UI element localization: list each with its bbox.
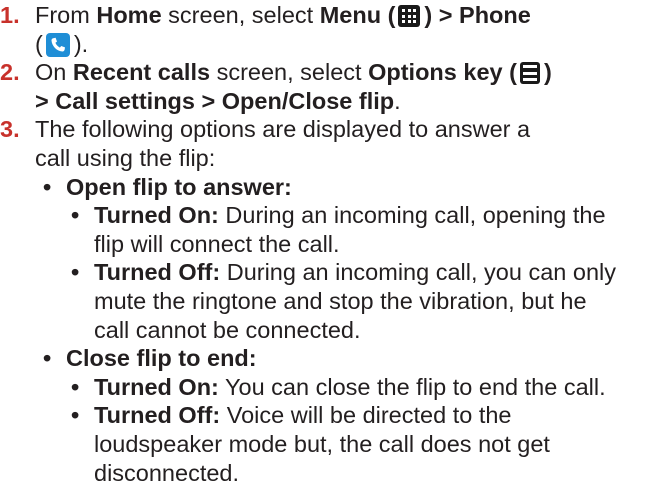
- settings-path: > Call settings > Open/Close flip: [35, 87, 395, 114]
- step-1: 1. From Home screen, select Menu ( ) > Ph…: [0, 1, 659, 58]
- options-key-label: Options key (: [368, 59, 517, 86]
- option-open-flip: • Open flip to answer:: [0, 173, 659, 202]
- step-text: On: [35, 59, 73, 86]
- phone-handset-icon: [45, 32, 70, 57]
- bullet: •: [71, 373, 80, 400]
- recent-calls-label: Recent calls: [72, 59, 211, 86]
- sub-option-label: Turned Off:: [94, 259, 221, 286]
- paren-close: ): [543, 59, 552, 86]
- sub-option-text: During an incoming call, you can only: [220, 259, 616, 286]
- step-text: call using the flip:: [35, 144, 216, 171]
- sub-option: • Turned On: You can close the flip to e…: [0, 373, 659, 402]
- step-text: screen, select: [161, 2, 320, 28]
- sub-option-text: During an incoming call, opening the: [218, 202, 606, 229]
- step-2: 2. On Recent calls screen, select Option…: [0, 58, 659, 115]
- option-title: Close flip to end:: [66, 345, 257, 372]
- paren-open: (: [35, 30, 43, 57]
- sub-option: • Turned Off: During an incoming call, y…: [0, 258, 659, 344]
- home-label: Home: [96, 2, 162, 28]
- sub-option-label: Turned On:: [94, 202, 219, 229]
- menu-grid-icon: [398, 5, 421, 27]
- instruction-document: 1. From Home screen, select Menu ( ) > Ph…: [0, 0, 659, 487]
- menu-label: Menu (: [319, 2, 396, 28]
- period: .: [394, 87, 401, 114]
- bullet: •: [43, 173, 52, 200]
- sub-option-text: Voice will be directed to the: [220, 402, 512, 429]
- step-number: 2.: [0, 59, 20, 86]
- sub-option-label: Turned On:: [94, 373, 219, 400]
- bullet: •: [43, 345, 52, 372]
- step-3: 3. The following options are displayed t…: [0, 115, 659, 172]
- sub-option-text: call cannot be connected.: [94, 316, 361, 343]
- step-text: The following options are displayed to a…: [35, 116, 531, 143]
- sub-option-text: loudspeaker mode but, the call does not …: [94, 430, 550, 457]
- bullet: •: [71, 402, 80, 429]
- step-text: screen, select: [210, 59, 369, 86]
- sub-option: • Turned On: During an incoming call, op…: [0, 201, 659, 258]
- sub-option-text: flip will connect the call.: [94, 230, 340, 257]
- sub-option-text: You can close the flip to end the call.: [218, 373, 606, 400]
- bullet: •: [71, 259, 80, 286]
- option-close-flip: • Close flip to end:: [0, 344, 659, 373]
- sub-option: • Turned Off: Voice will be directed to …: [0, 401, 659, 487]
- sub-option-text: mute the ringtone and stop the vibration…: [94, 287, 587, 314]
- step-text: From: [35, 2, 97, 28]
- option-title: Open flip to answer:: [66, 173, 292, 200]
- sub-option-label: Turned Off:: [94, 402, 221, 429]
- phone-label: ) > Phone: [424, 2, 531, 28]
- paren-close: ).: [73, 30, 89, 57]
- options-list-icon: [519, 62, 540, 85]
- bullet: •: [71, 202, 80, 229]
- step-number: 3.: [0, 116, 20, 143]
- step-number: 1.: [0, 2, 20, 28]
- sub-option-text: disconnected.: [94, 459, 240, 486]
